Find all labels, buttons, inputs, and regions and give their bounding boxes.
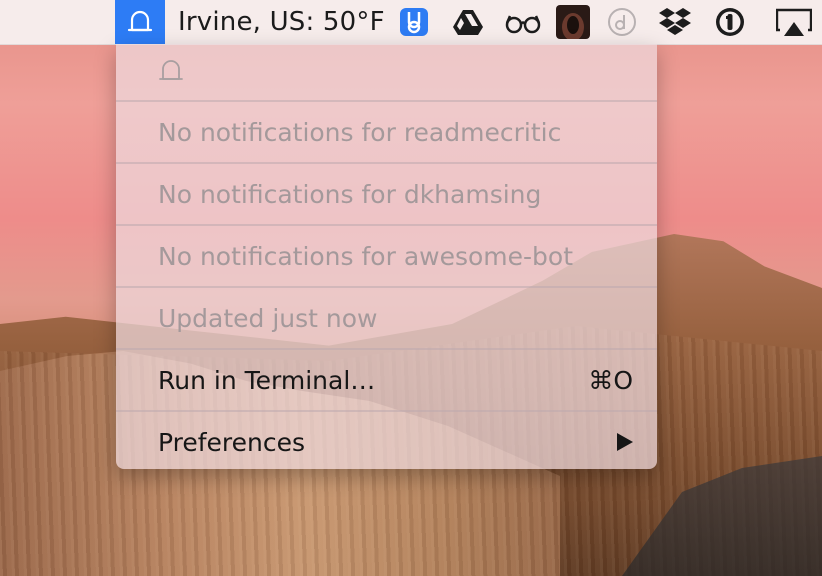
menu-item-awesome-bot: No notifications for awesome-bot xyxy=(116,226,657,286)
mobile-app-icon[interactable] xyxy=(398,6,430,38)
submenu-arrow-icon xyxy=(617,433,633,451)
glasses-icon[interactable] xyxy=(504,6,542,38)
bell-icon xyxy=(159,60,183,80)
google-drive-icon[interactable] xyxy=(452,6,484,38)
menu-item-preferences[interactable]: Preferences xyxy=(116,412,657,469)
keyboard-shortcut: ⌘O xyxy=(588,365,633,395)
weather-menu-extra[interactable]: Irvine, US: 50°F xyxy=(178,0,385,44)
menu-item-label: Preferences xyxy=(158,427,306,457)
airplay-icon[interactable] xyxy=(776,6,812,38)
menu-item-label: No notifications for readmecritic xyxy=(158,117,562,147)
menu-item-label: Run in Terminal… xyxy=(158,365,376,395)
bell-icon xyxy=(127,10,153,32)
bell-menu-extra[interactable] xyxy=(115,0,165,44)
menu-item-run-in-terminal[interactable]: Run in Terminal… ⌘O xyxy=(116,350,657,410)
menu-item-label: Updated just now xyxy=(158,303,378,333)
weather-label: Irvine, US: 50°F xyxy=(178,7,385,37)
menu-bar: Irvine, US: 50°F xyxy=(0,0,822,45)
menu-item-dkhamsing: No notifications for dkhamsing xyxy=(116,164,657,224)
d-circle-icon[interactable] xyxy=(606,6,638,38)
menu-item-readmecritic: No notifications for readmecritic xyxy=(116,102,657,162)
menu-header xyxy=(116,44,657,100)
menu-item-updated-status: Updated just now xyxy=(116,288,657,348)
notifications-dropdown-menu: No notifications for readmecritic No not… xyxy=(116,44,657,469)
menu-item-label: No notifications for dkhamsing xyxy=(158,179,542,209)
menu-item-label: No notifications for awesome-bot xyxy=(158,241,574,271)
1password-icon[interactable] xyxy=(714,6,746,38)
profile-photo-icon[interactable] xyxy=(556,5,590,39)
dropbox-icon[interactable] xyxy=(658,6,692,38)
